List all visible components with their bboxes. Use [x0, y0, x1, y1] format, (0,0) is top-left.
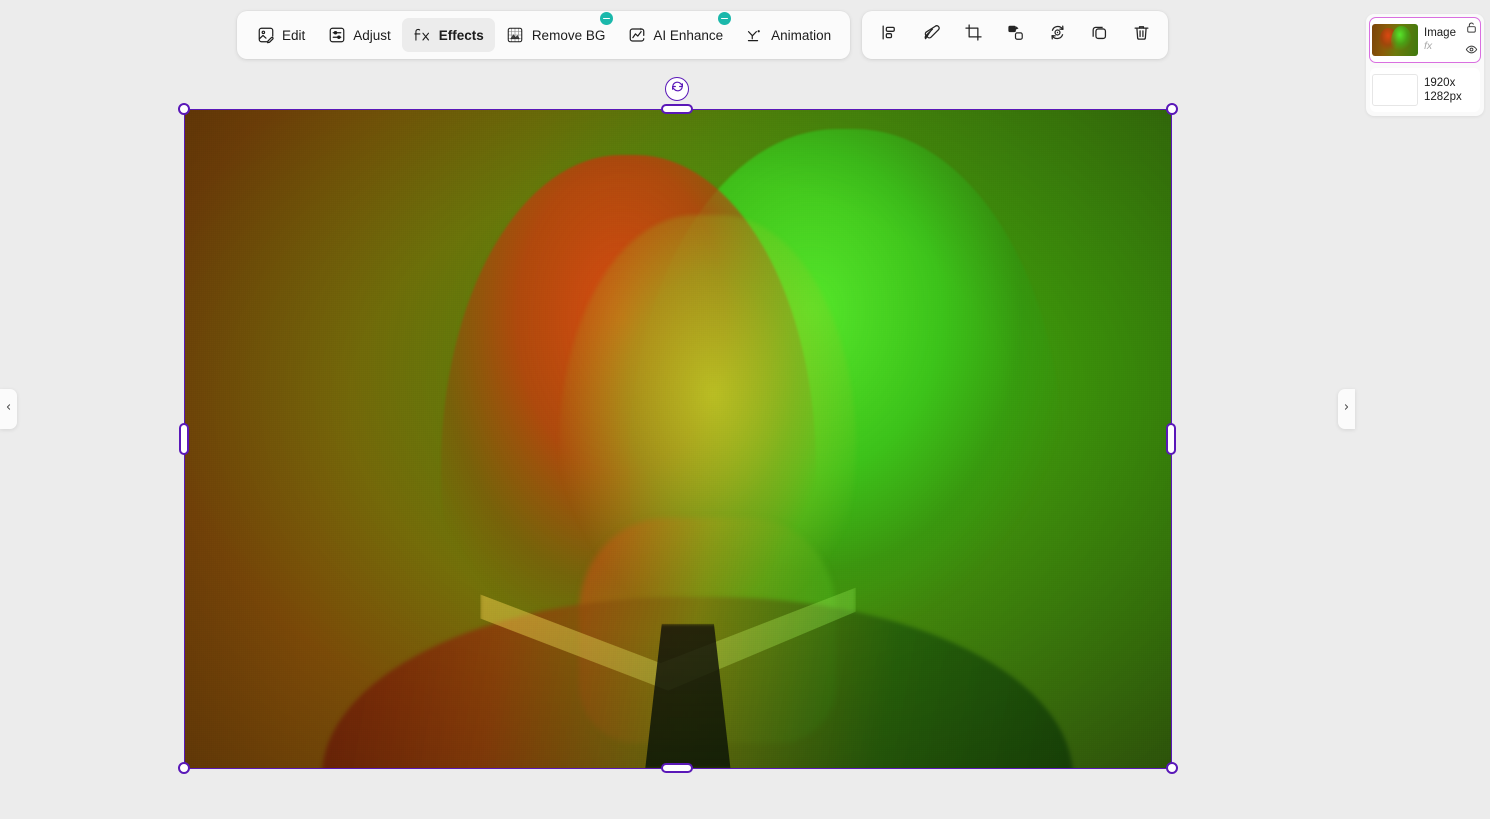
- ai-enhance-icon: [627, 26, 646, 45]
- object-actions-toolbar: [862, 11, 1168, 59]
- flip-rotate-button[interactable]: [1040, 18, 1074, 52]
- tool-animation-label: Animation: [771, 28, 831, 43]
- eye-icon[interactable]: [1464, 42, 1479, 57]
- crop-button[interactable]: [956, 18, 990, 52]
- tool-remove-bg[interactable]: Remove BG: [495, 18, 617, 52]
- tool-adjust-label: Adjust: [353, 28, 391, 43]
- resize-handle-left[interactable]: [179, 423, 189, 455]
- align-button[interactable]: [872, 18, 906, 52]
- canvas-area[interactable]: [0, 0, 1356, 819]
- resize-handle-top-right[interactable]: [1166, 103, 1178, 115]
- flip-rotate-icon: [1048, 23, 1067, 47]
- image-vignette: [184, 109, 1172, 769]
- layer-background-meta: 1920x 1282px: [1424, 76, 1478, 105]
- tool-edit[interactable]: Edit: [245, 18, 316, 52]
- resize-handle-bottom-left[interactable]: [178, 762, 190, 774]
- layer-item-image[interactable]: Image fx: [1370, 18, 1480, 62]
- resize-handle-top-left[interactable]: [178, 103, 190, 115]
- duplicate-button[interactable]: [1082, 18, 1116, 52]
- tool-effects-label: Effects: [439, 28, 484, 43]
- fx-icon: [413, 26, 432, 45]
- tool-ai-enhance-label: AI Enhance: [653, 28, 723, 43]
- eraser-icon: [922, 23, 941, 47]
- image-thumbnail: [1372, 24, 1418, 56]
- edit-image-icon: [256, 26, 275, 45]
- tool-ai-enhance[interactable]: AI Enhance: [616, 18, 734, 52]
- tool-adjust[interactable]: Adjust: [316, 18, 402, 52]
- tool-edit-label: Edit: [282, 28, 305, 43]
- left-panel-toggle[interactable]: [0, 389, 17, 429]
- mode-toolbar: Edit Adjust: [237, 11, 850, 59]
- editor-root: Edit Adjust: [0, 0, 1490, 819]
- eraser-button[interactable]: [914, 18, 948, 52]
- resize-handle-bottom[interactable]: [661, 763, 693, 773]
- animation-icon: [745, 26, 764, 45]
- tool-remove-bg-label: Remove BG: [532, 28, 606, 43]
- pro-badge-remove-bg: [600, 12, 613, 25]
- layer-background-height: 1282px: [1424, 90, 1478, 104]
- rotate-icon: [671, 80, 684, 98]
- chevron-left-icon: [4, 400, 13, 419]
- layer-item-background[interactable]: 1920x 1282px: [1370, 68, 1480, 112]
- layers-panel: Image fx: [1366, 14, 1484, 116]
- tool-effects[interactable]: Effects: [402, 18, 495, 52]
- layer-image-actions: [1464, 20, 1479, 57]
- duplicate-icon: [1090, 23, 1109, 47]
- rotate-handle[interactable]: [665, 77, 689, 101]
- resize-handle-right[interactable]: [1166, 423, 1176, 455]
- delete-button[interactable]: [1124, 18, 1158, 52]
- remove-bg-icon: [506, 26, 525, 45]
- layers-arrange-icon: [1006, 23, 1025, 47]
- layer-background-width: 1920x: [1424, 76, 1478, 90]
- align-icon: [880, 23, 899, 47]
- top-toolbars: Edit Adjust: [237, 11, 1168, 59]
- resize-handle-bottom-right[interactable]: [1166, 762, 1178, 774]
- pro-badge-ai-enhance: [718, 12, 731, 25]
- delete-icon: [1132, 23, 1151, 47]
- crop-icon: [964, 23, 983, 47]
- image-artboard[interactable]: [184, 109, 1172, 769]
- adjust-icon: [327, 26, 346, 45]
- right-panel-toggle[interactable]: [1338, 389, 1355, 429]
- blank-thumbnail: [1372, 74, 1418, 106]
- tool-animation[interactable]: Animation: [734, 18, 842, 52]
- resize-handle-top[interactable]: [661, 104, 693, 114]
- lock-icon[interactable]: [1464, 20, 1479, 35]
- chevron-right-icon: [1342, 400, 1351, 419]
- arrange-layers-button[interactable]: [998, 18, 1032, 52]
